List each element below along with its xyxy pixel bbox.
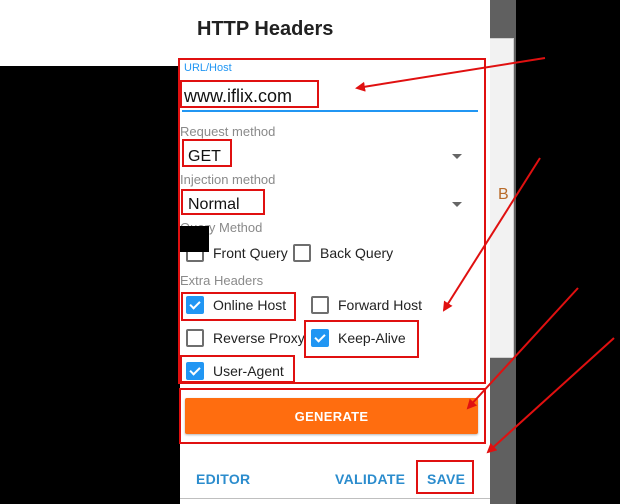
annotation-box-save [416, 460, 474, 494]
background-partial-text: B [498, 186, 509, 203]
annotation-box-user-agent [180, 355, 295, 383]
annotation-box-url [180, 80, 319, 108]
annotation-box-injection-method [181, 189, 265, 215]
validate-button[interactable]: VALIDATE [335, 471, 405, 487]
annotation-box-request-method [182, 139, 232, 167]
annotation-box-generate [179, 388, 486, 444]
background-panel [0, 0, 180, 66]
annotation-box-keep-alive [304, 320, 419, 358]
background-dark [516, 0, 620, 504]
bottom-divider [180, 498, 490, 504]
annotation-box-online-host [181, 292, 296, 321]
dialog-title: HTTP Headers [197, 18, 334, 40]
editor-button[interactable]: EDITOR [196, 471, 250, 487]
